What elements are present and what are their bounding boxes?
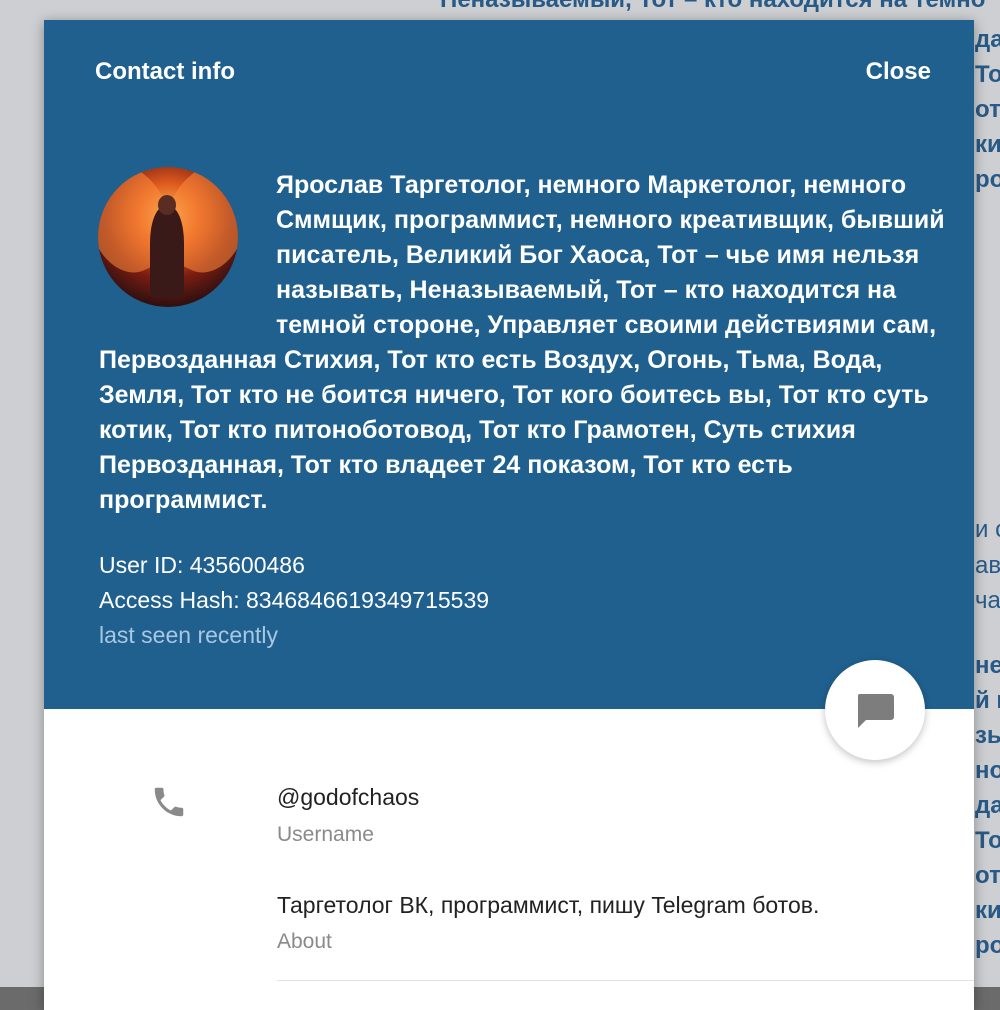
contact-name-bio: Ярослав Таргетолог, немного Маркетолог, … <box>99 168 964 518</box>
user-id: User ID: 435600486 <box>99 552 305 578</box>
phone-icon <box>154 787 184 817</box>
username-label: Username <box>277 823 374 846</box>
message-icon <box>857 694 894 728</box>
about-value: Таргетолог ВК, программист, пишу Telegra… <box>277 892 820 918</box>
username-value[interactable]: @godofchaos <box>277 784 419 811</box>
send-message-button[interactable] <box>825 660 925 760</box>
close-button[interactable]: Close <box>866 58 931 86</box>
modal-title: Contact info <box>95 58 235 85</box>
modal-header: Contact info Close Ярослав Таргетолог, н… <box>44 20 974 709</box>
access-hash: Access Hash: 8346846619349715539 <box>99 587 490 613</box>
contact-info-modal: Contact info Close Ярослав Таргетолог, н… <box>44 20 974 1010</box>
divider <box>277 980 974 981</box>
about-label: About <box>277 930 332 953</box>
last-seen-status: last seen recently <box>99 622 278 648</box>
